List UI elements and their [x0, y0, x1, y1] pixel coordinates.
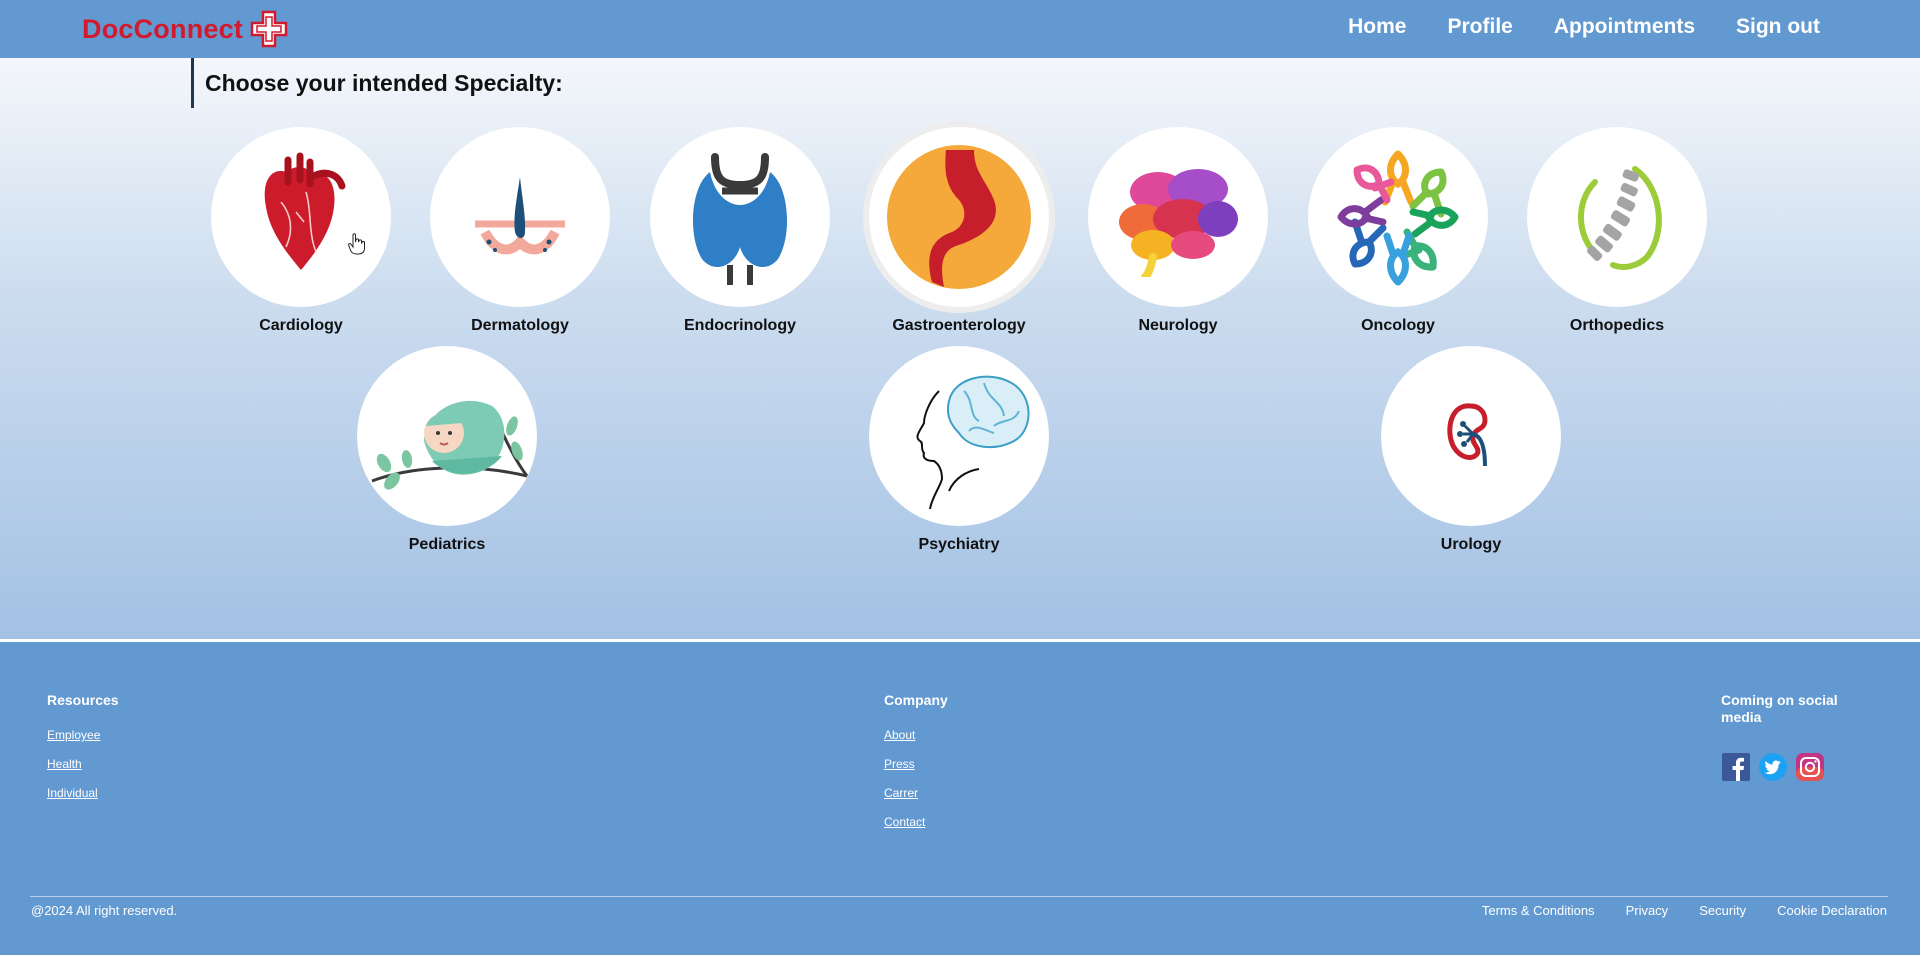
head-brain-icon	[916, 375, 1030, 510]
specialty-label: Cardiology	[259, 317, 343, 334]
logo[interactable]: DocConnect	[82, 8, 289, 50]
footer-company-title: Company	[884, 692, 948, 708]
specialty-label: Gastroenterology	[892, 317, 1026, 334]
specialty-orthopedics[interactable]: Orthopedics	[1527, 127, 1707, 335]
heart-icon	[264, 152, 346, 270]
footer-link-employee[interactable]: Employee	[47, 728, 119, 742]
specialty-label: Endocrinology	[684, 317, 796, 334]
footer-resources-title: Resources	[47, 692, 119, 708]
legal-link-cookie-declaration[interactable]: Cookie Declaration	[1777, 903, 1887, 918]
footer-company: Company About Press Carrer Contact	[884, 692, 948, 844]
specialty-neurology[interactable]: Neurology	[1088, 127, 1268, 335]
specialty-section: Choose your intended Specialty: Cardiolo…	[0, 58, 1920, 639]
legal-link-terms[interactable]: Terms & Conditions	[1482, 903, 1595, 918]
specialty-label: Dermatology	[471, 317, 569, 334]
specialty-pediatrics[interactable]: Pediatrics	[357, 346, 537, 554]
nav-appointments[interactable]: Appointments	[1554, 15, 1695, 39]
specialty-cardiology[interactable]: Cardiology	[211, 127, 391, 335]
specialty-circle	[357, 346, 537, 526]
legal-link-security[interactable]: Security	[1699, 903, 1746, 918]
specialty-circle	[1381, 346, 1561, 526]
footer: Resources Employee Health Individual Com…	[0, 639, 1920, 955]
nav-home[interactable]: Home	[1348, 15, 1406, 39]
facebook-icon[interactable]	[1721, 752, 1751, 782]
nav-sign-out[interactable]: Sign out	[1736, 15, 1820, 39]
medical-cross-icon	[250, 10, 288, 48]
specialty-oncology[interactable]: Oncology	[1308, 127, 1488, 335]
specialty-urology[interactable]: Urology	[1381, 346, 1561, 554]
specialty-circle	[430, 127, 610, 307]
main-nav: Home Profile Appointments Sign out	[1348, 0, 1820, 54]
page-title: Choose your intended Specialty:	[191, 58, 563, 108]
twitter-icon[interactable]	[1758, 752, 1788, 782]
specialty-dermatology[interactable]: Dermatology	[430, 127, 610, 335]
brain-icon	[1119, 169, 1238, 277]
specialty-endocrinology[interactable]: Endocrinology	[650, 127, 830, 335]
footer-link-health[interactable]: Health	[47, 757, 119, 771]
stomach-icon	[887, 145, 1031, 289]
specialty-label: Pediatrics	[408, 536, 486, 553]
specialty-circle	[1527, 127, 1707, 307]
legal-link-privacy[interactable]: Privacy	[1626, 903, 1669, 918]
baby-icon	[371, 400, 529, 490]
specialty-circle	[869, 346, 1049, 526]
specialty-circle	[1308, 127, 1488, 307]
legal-links: Terms & Conditions Privacy Security Cook…	[1482, 903, 1887, 918]
specialty-circle	[211, 127, 391, 307]
specialty-label: Orthopedics	[1569, 317, 1665, 334]
spine-icon	[1578, 166, 1662, 270]
social-icons	[1721, 752, 1851, 782]
skin-hair-icon	[475, 177, 565, 255]
footer-link-carrer[interactable]: Carrer	[884, 786, 948, 800]
footer-resources: Resources Employee Health Individual	[47, 692, 119, 815]
copyright: @2024 All right reserved.	[31, 903, 178, 918]
specialty-label: Neurology	[1138, 317, 1218, 334]
footer-link-press[interactable]: Press	[884, 757, 948, 771]
logo-text: DocConnect	[82, 13, 244, 44]
specialty-circle	[1088, 127, 1268, 307]
hand-cursor-icon	[348, 233, 365, 255]
footer-social-title: Coming on social media	[1721, 692, 1838, 725]
specialty-label: Psychiatry	[918, 536, 1000, 553]
thyroid-icon	[692, 153, 788, 285]
top-nav-bar: DocConnect Home Profile Appointments Sig…	[0, 0, 1920, 58]
specialty-circle	[869, 127, 1049, 307]
footer-divider	[30, 896, 1888, 897]
footer-link-contact[interactable]: Contact	[884, 815, 948, 829]
specialty-psychiatry[interactable]: Psychiatry	[869, 346, 1049, 554]
specialty-gastroenterology[interactable]: Gastroenterology	[869, 127, 1049, 335]
instagram-icon[interactable]	[1795, 752, 1825, 782]
kidney-icon	[1447, 403, 1488, 467]
awareness-ribbons-icon	[1337, 150, 1459, 286]
footer-social: Coming on social media	[1721, 692, 1851, 782]
specialty-label: Oncology	[1361, 317, 1435, 334]
footer-link-about[interactable]: About	[884, 728, 948, 742]
specialty-label: Urology	[1440, 536, 1502, 553]
specialty-circle	[650, 127, 830, 307]
footer-link-individual[interactable]: Individual	[47, 786, 119, 800]
nav-profile[interactable]: Profile	[1448, 15, 1513, 39]
